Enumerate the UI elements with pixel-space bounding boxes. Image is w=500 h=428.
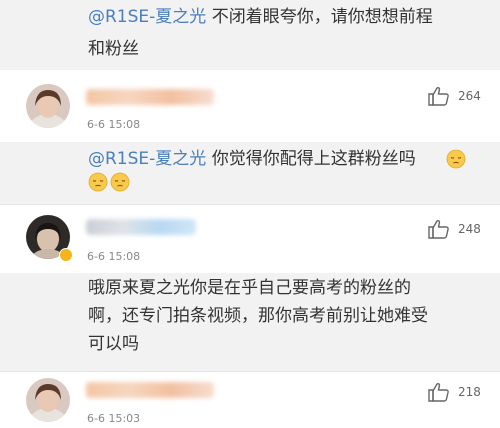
reply-text: 你觉得你配得上这群粉丝吗: [206, 149, 416, 169]
reply-text-line: @R1SE-夏之光 你觉得你配得上这群粉丝吗: [88, 146, 416, 172]
reply-area: 哦原来夏之光你是在乎自己要高考的粉丝的 啊，还专门拍条视频，那你高考前别让她难受…: [0, 273, 500, 371]
comment-timestamp: 6-6 15:08: [87, 118, 141, 131]
comment-timestamp: 6-6 15:03: [87, 412, 141, 425]
reply-area: @R1SE-夏之光 你觉得你配得上这群粉丝吗: [0, 142, 500, 204]
pensive-face-icon: [446, 149, 466, 169]
avatar[interactable]: [26, 378, 70, 422]
like-count: 248: [458, 222, 481, 236]
comment-header: 6-6 15:03 218: [0, 372, 500, 428]
like-count: 218: [458, 385, 481, 399]
reply-text-line: 哦原来夏之光你是在乎自己要高考的粉丝的: [88, 278, 411, 298]
username-blurred[interactable]: [86, 382, 214, 398]
like-count: 264: [458, 89, 481, 103]
avatar[interactable]: [26, 84, 70, 128]
thumbs-up-icon: [428, 382, 449, 402]
user-mention-link[interactable]: @R1SE-夏之光: [88, 7, 206, 27]
reply-text-line: 和粉丝: [88, 39, 139, 59]
comment-timestamp: 6-6 15:08: [87, 250, 141, 263]
like-button[interactable]: 218: [428, 382, 481, 402]
thumbs-up-icon: [428, 219, 449, 239]
reply-area-top: @R1SE-夏之光 不闭着眼夸你，请你想想前程 和粉丝: [0, 0, 500, 70]
like-button[interactable]: 248: [428, 219, 481, 239]
comment-header: 6-6 15:08 264: [0, 70, 500, 142]
reply-text-line: @R1SE-夏之光 不闭着眼夸你，请你想想前程: [88, 4, 433, 30]
pensive-face-icon: [110, 172, 130, 192]
verified-badge-icon: [59, 248, 73, 262]
thumbs-up-icon: [428, 86, 449, 106]
pensive-face-icon: [88, 172, 108, 192]
reply-text: 不闭着眼夸你，请你想想前程: [206, 7, 433, 27]
username-blurred[interactable]: [86, 219, 196, 235]
comment-header: 6-6 15:08 248: [0, 205, 500, 273]
username-blurred[interactable]: [86, 89, 214, 105]
like-button[interactable]: 264: [428, 86, 481, 106]
reply-text-line: 可以吗: [88, 334, 139, 354]
reply-text-line: 啊，还专门拍条视频，那你高考前别让她难受: [88, 306, 428, 326]
user-mention-link[interactable]: @R1SE-夏之光: [88, 149, 206, 169]
